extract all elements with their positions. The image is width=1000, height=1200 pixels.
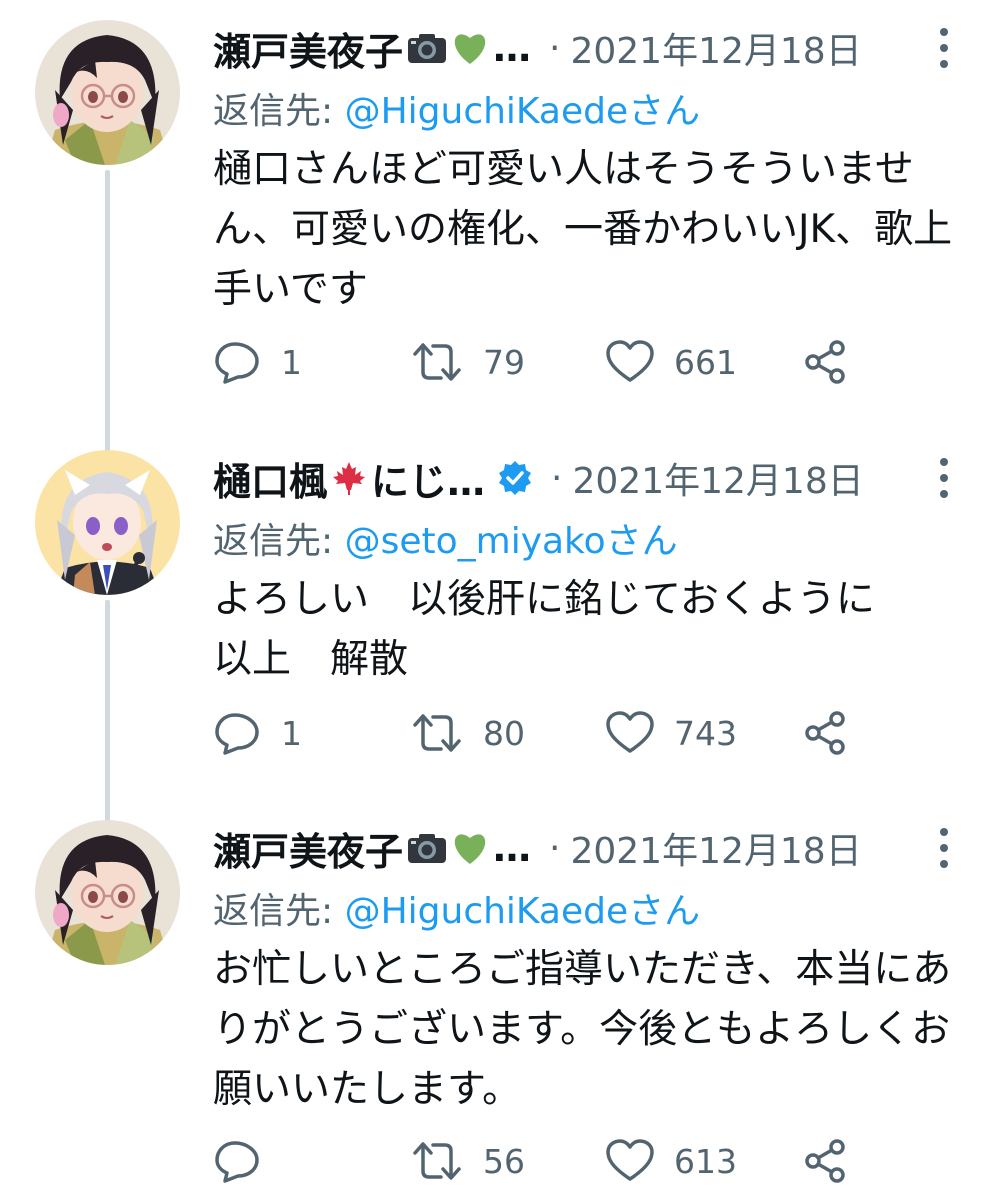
tweet[interactable]: 瀬戸美夜子 … · 2021年12月18日 返信先: @HiguchiKaede… <box>0 0 1000 410</box>
tweet-header: 瀬戸美夜子 … · 2021年12月18日 <box>213 22 973 74</box>
retweet-icon <box>413 714 461 752</box>
reply-to-handle-link[interactable]: @HiguchiKaedeさん <box>345 91 701 132</box>
share-icon <box>805 1139 845 1183</box>
reply-to-prefix: 返信先: <box>213 891 345 932</box>
heart-icon <box>606 340 654 382</box>
retweet-button[interactable]: 56 <box>411 1136 525 1186</box>
tweet-date[interactable]: 2021年12月18日 <box>570 22 861 74</box>
author-name-text: 瀬戸美夜子 <box>213 829 404 874</box>
tweet-text: お忙しいところご指導いただき、本当にありがとうございます。今後ともよろしくお願い… <box>213 947 952 1112</box>
tweet-thread: 瀬戸美夜子 … · 2021年12月18日 返信先: @HiguchiKaede… <box>0 0 1000 1200</box>
author-name[interactable]: 樋口楓 にじ… <box>213 451 533 506</box>
share-icon <box>805 340 845 384</box>
retweet-count: 79 <box>483 342 525 382</box>
maple-leaf-icon <box>331 460 367 496</box>
tweet[interactable]: 瀬戸美夜子 … · 2021年12月18日 返信先: @HiguchiKaede… <box>0 800 1000 1200</box>
dark-haired-girl-with-glasses-avatar <box>35 20 180 165</box>
tweet-header: 瀬戸美夜子 … · 2021年12月18日 <box>213 822 973 874</box>
share-button[interactable] <box>803 337 849 387</box>
more-options-icon[interactable] <box>937 828 951 868</box>
tweet-text: 樋口さんほど可愛い人はそうそういません、可愛いの権化、一番かわいいJK、歌上手い… <box>213 147 953 312</box>
date-separator: · <box>549 827 561 869</box>
like-button[interactable]: 743 <box>606 708 737 758</box>
date-separator: · <box>549 27 561 69</box>
tweet-date[interactable]: 2021年12月18日 <box>570 822 861 874</box>
retweet-button[interactable]: 79 <box>411 337 525 387</box>
retweet-icon <box>413 343 461 381</box>
tweet-actions: 1 80 743 <box>213 708 913 758</box>
like-button[interactable]: 661 <box>606 337 737 387</box>
reply-to-handle-link[interactable]: @HiguchiKaedeさん <box>345 891 701 932</box>
tweet-actions: 1 79 661 <box>213 337 913 387</box>
reply-button[interactable]: 1 <box>213 337 302 387</box>
user-avatar[interactable] <box>35 450 180 595</box>
author-name-text: 瀬戸美夜子 <box>213 29 404 74</box>
more-options-icon[interactable] <box>937 28 951 68</box>
tweet-actions: 56 613 <box>213 1136 913 1186</box>
reply-button[interactable] <box>213 1136 281 1186</box>
user-avatar[interactable] <box>35 820 180 965</box>
reply-icon <box>215 713 259 755</box>
author-name[interactable]: 瀬戸美夜子 … <box>213 21 531 76</box>
reply-icon <box>215 1141 259 1183</box>
share-button[interactable] <box>803 1136 849 1186</box>
reply-to-line: 返信先: @HiguchiKaedeさん <box>213 82 700 134</box>
like-count: 613 <box>674 1141 737 1181</box>
like-count: 661 <box>674 342 737 382</box>
retweet-icon <box>413 1142 461 1180</box>
name-truncation-ellipsis: … <box>493 826 532 870</box>
tweet-header: 樋口楓 にじ… · 2021年12月18日 <box>213 452 973 504</box>
reply-count: 1 <box>281 713 302 753</box>
name-truncation-ellipsis: … <box>493 26 532 70</box>
more-options-icon[interactable] <box>937 458 951 498</box>
reply-to-prefix: 返信先: <box>213 91 345 132</box>
reply-button[interactable]: 1 <box>213 708 302 758</box>
retweet-button[interactable]: 80 <box>411 708 525 758</box>
silver-haired-girl-avatar <box>35 450 180 595</box>
retweet-count: 56 <box>483 1141 525 1181</box>
reply-to-prefix: 返信先: <box>213 521 345 562</box>
tweet-date[interactable]: 2021年12月18日 <box>572 452 863 504</box>
reply-to-line: 返信先: @HiguchiKaedeさん <box>213 882 700 934</box>
tweet[interactable]: 樋口楓 にじ… · 2021年12月18日 返信先: @seto_miyakoさ… <box>0 430 1000 800</box>
share-button[interactable] <box>803 708 849 758</box>
retweet-count: 80 <box>483 713 525 753</box>
heart-icon <box>606 711 654 753</box>
reply-to-line: 返信先: @seto_miyakoさん <box>213 512 678 564</box>
reply-icon <box>215 342 259 384</box>
like-button[interactable]: 613 <box>606 1136 737 1186</box>
user-avatar[interactable] <box>35 20 180 165</box>
reply-to-handle-link[interactable]: @seto_miyakoさん <box>345 521 678 562</box>
like-count: 743 <box>674 713 737 753</box>
green-heart-icon <box>451 831 489 865</box>
camera-icon <box>407 832 447 864</box>
heart-icon <box>606 1139 654 1181</box>
name-truncation-ellipsis: にじ… <box>371 459 486 504</box>
date-separator: · <box>551 457 563 499</box>
tweet-text: よろしい 以後肝に銘じておくように 以上 解散 <box>213 577 875 682</box>
verified-badge-icon <box>497 460 533 496</box>
share-icon <box>805 711 845 755</box>
green-heart-icon <box>451 31 489 65</box>
camera-icon <box>407 32 447 64</box>
dark-haired-girl-with-glasses-avatar <box>35 820 180 965</box>
reply-count: 1 <box>281 342 302 382</box>
author-name[interactable]: 瀬戸美夜子 … <box>213 821 531 876</box>
author-name-text: 樋口楓 <box>213 459 328 504</box>
